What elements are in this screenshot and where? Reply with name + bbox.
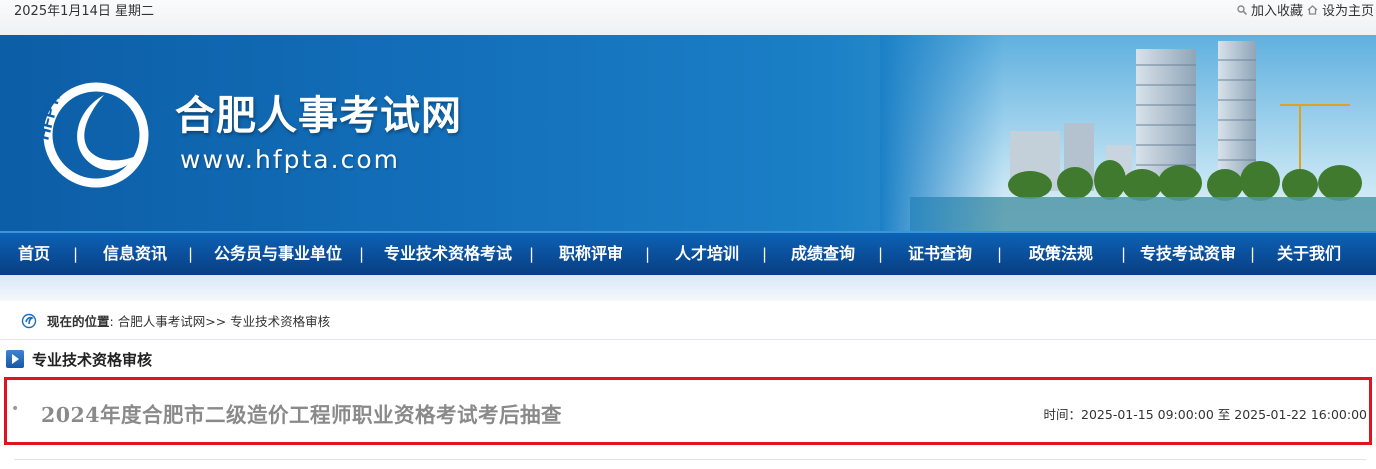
breadcrumb-current: 专业技术资格审核: [230, 314, 331, 329]
nav-separator: |: [762, 245, 768, 263]
nav-item-title-review[interactable]: 职称评审: [559, 233, 623, 275]
breadcrumb-home-link[interactable]: 合肥人事考试网: [118, 314, 206, 329]
time-range: 2025-01-15 09:00:00 至 2025-01-22 16:00:0…: [1081, 407, 1367, 422]
nav-item-training[interactable]: 人才培训: [675, 233, 739, 275]
nav-item-policy[interactable]: 政策法规: [1029, 233, 1093, 275]
top-links: 加入收藏 设为主页: [1237, 3, 1374, 21]
bullet-icon: •: [11, 401, 20, 417]
breadcrumb-arrow: >>: [205, 314, 231, 329]
nav-separator: |: [188, 245, 194, 263]
breadcrumb: 现在的位置: 合肥人事考试网>> 专业技术资格审核: [0, 301, 1376, 340]
nav-separator: |: [529, 245, 535, 263]
nav-item-professional-exam[interactable]: 专业技术资格考试: [384, 233, 512, 275]
nav-separator: |: [997, 245, 1003, 263]
time-label: 时间：: [1043, 407, 1082, 422]
nav-item-home[interactable]: 首页: [18, 233, 50, 275]
list-item: • 2024年度合肥市二级造价工程师职业资格考试考后抽查 时间：2025-01-…: [4, 377, 1372, 445]
nav-item-civil-service[interactable]: 公务员与事业单位: [214, 233, 342, 275]
nav-separator: |: [1121, 245, 1127, 263]
nav-item-about[interactable]: 关于我们: [1277, 233, 1341, 275]
add-favorite-link[interactable]: 加入收藏: [1251, 3, 1303, 21]
section-title: 专业技术资格审核: [32, 350, 153, 369]
search-icon: [1237, 3, 1248, 21]
nav-item-certificate-query[interactable]: 证书查询: [908, 233, 972, 275]
nav-separator: |: [1250, 245, 1256, 263]
nav-item-news[interactable]: 信息资讯: [103, 233, 167, 275]
nav-item-qualification-review[interactable]: 专技考试资审: [1140, 233, 1236, 275]
main-nav: 首页 信息资讯 公务员与事业单位 专业技术资格考试 职称评审 人才培训 成绩查询…: [0, 231, 1376, 275]
top-bar: 2025年1月14日 星期二 加入收藏 设为主页: [0, 0, 1376, 35]
current-date: 2025年1月14日 星期二: [14, 4, 155, 19]
divider: [14, 459, 1366, 460]
breadcrumb-label: 现在的位置: [47, 314, 110, 329]
set-homepage-link[interactable]: 设为主页: [1322, 3, 1374, 21]
site-name: 合肥人事考试网: [175, 92, 462, 139]
arrow-right-icon: [6, 350, 24, 368]
nav-separator: |: [359, 245, 365, 263]
site-url: www.hfpta.com: [180, 145, 400, 174]
city-skyline-image: [880, 35, 1376, 231]
hfpta-logo: HFPTA: [34, 82, 149, 188]
nav-separator: |: [645, 245, 651, 263]
location-icon: [21, 313, 37, 333]
nav-separator: |: [73, 245, 79, 263]
article-title-link[interactable]: 2024年度合肥市二级造价工程师职业资格考试考后抽查: [41, 398, 562, 428]
breadcrumb-colon: :: [109, 314, 118, 329]
nav-item-score-query[interactable]: 成绩查询: [791, 233, 855, 275]
svg-text:HFPTA: HFPTA: [34, 84, 66, 142]
site-banner: HFPTA 合肥人事考试网 www.hfpta.com: [0, 35, 1376, 231]
nav-shadow: [0, 275, 1376, 301]
nav-separator: |: [878, 245, 884, 263]
section-heading: 专业技术资格审核: [6, 348, 152, 370]
home-icon: [1307, 3, 1318, 21]
